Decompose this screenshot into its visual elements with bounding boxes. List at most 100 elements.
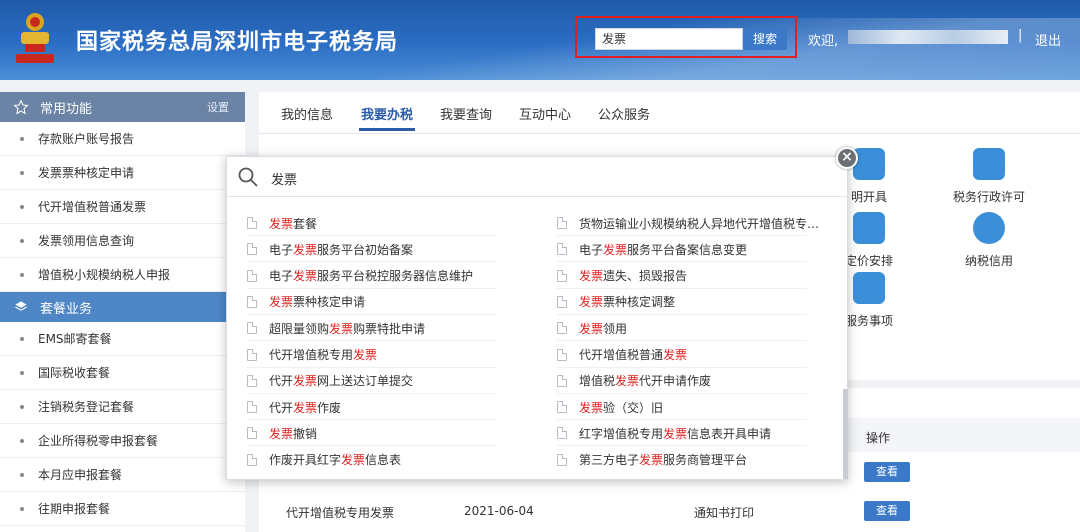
search-match-highlight: 发票 [293, 400, 318, 415]
search-result-label: 第三方电子发票服务商管理平台 [579, 451, 747, 468]
sidebar-item[interactable]: 本月应申报套餐 [0, 458, 245, 492]
search-result-text: 购票特批申请 [353, 321, 426, 336]
modal-search-bar[interactable]: 发票 [227, 157, 847, 197]
search-result-label: 作废开具红字发票信息表 [269, 451, 401, 468]
search-result-text: 货物运输业小规模纳税人异地代开增值税专用 [579, 216, 820, 231]
search-result-text: 遗失、损毁报告 [603, 269, 688, 284]
search-result-text: 超限量领购 [269, 321, 330, 336]
search-result-label: 代开增值税普通发票 [579, 346, 687, 363]
header-search-input[interactable]: 发票 [595, 28, 743, 50]
header-search-button[interactable]: 搜索 [743, 28, 787, 50]
document-icon [247, 217, 257, 229]
sidebar-item[interactable]: 企业所得税零申报套餐 [0, 424, 245, 458]
tile-service[interactable]: 服务事项 [839, 272, 899, 329]
tab-query[interactable]: 我要查询 [440, 104, 492, 123]
search-result-label: 发票领用 [579, 320, 627, 337]
search-result-item[interactable]: 发票验（交）旧 [557, 395, 827, 419]
logout-link[interactable]: 退出 [1035, 30, 1061, 49]
search-result-item[interactable]: 电子发票服务平台备案信息变更 [557, 237, 827, 261]
sidebar-item[interactable]: EMS邮寄套餐 [0, 322, 245, 356]
tab-interaction[interactable]: 互动中心 [519, 104, 571, 123]
search-result-item[interactable]: 货物运输业小规模纳税人异地代开增值税专用发票... [557, 211, 827, 235]
document-icon [557, 401, 567, 414]
sidebar-item[interactable]: 代开增值税普通发票 [0, 190, 245, 224]
result-divider [557, 261, 807, 263]
document-icon [557, 348, 567, 361]
search-result-label: 发票套餐 [269, 215, 317, 232]
search-result-item[interactable]: 红字增值税专用发票信息表开具申请 [557, 421, 827, 445]
tile-admin-license[interactable]: 税务行政许可 [944, 148, 1034, 205]
search-result-label: 发票验（交）旧 [579, 399, 663, 416]
search-match-highlight: 发票 [579, 269, 604, 284]
search-result-label: 代开增值税专用发票 [269, 346, 377, 363]
result-divider [247, 235, 497, 236]
search-result-text: 代开增值税普通 [579, 348, 664, 362]
search-icon [238, 167, 258, 187]
scrollbar[interactable] [843, 389, 848, 479]
search-results-modal: 发票 发票套餐 电子发票服务平台初始备案 电子发票服务平台税控服务器信息维护 发票票种… [226, 156, 848, 480]
tab-my-info[interactable]: 我的信息 [281, 104, 333, 123]
sidebar-item[interactable]: 存款账户账号报告 [0, 122, 245, 156]
close-icon[interactable]: × [836, 147, 858, 169]
result-divider [557, 445, 807, 447]
search-result-label: 代开发票网上送达订单提交 [269, 372, 413, 389]
search-result-item[interactable]: 超限量领购发票购票特批申请 [247, 316, 517, 340]
tab-tax-handling[interactable]: 我要办税 [358, 104, 416, 131]
sidebar-item[interactable]: 往期申报套餐 [0, 492, 245, 526]
search-result-item[interactable]: 电子发票服务平台税控服务器信息维护 [247, 264, 517, 288]
search-result-text: 票种核定申请 [293, 295, 366, 310]
search-match-highlight: 发票 [293, 374, 318, 389]
search-result-item[interactable]: 发票遗失、损毁报告 [557, 264, 827, 288]
sidebar-item[interactable]: 发票票种核定申请 [0, 156, 245, 190]
search-result-label: 发票票种核定申请 [269, 293, 365, 310]
search-result-item[interactable]: 发票套餐 [247, 211, 517, 235]
tax-emblem-icon [16, 13, 54, 63]
sidebar-item[interactable]: 增值税小规模纳税人申报 [0, 258, 245, 292]
search-match-highlight: 发票 [615, 374, 640, 389]
search-result-item[interactable]: 代开发票网上送达订单提交 [247, 369, 517, 393]
tab-public-service[interactable]: 公众服务 [598, 104, 650, 123]
search-result-item[interactable]: 代开增值税普通发票 [557, 343, 827, 367]
search-result-item[interactable]: 第三方电子发票服务商管理平台 [557, 448, 827, 472]
table-header-operation: 操作 [866, 431, 891, 445]
search-match-highlight: 发票 [341, 453, 366, 468]
bullet-icon [20, 170, 24, 175]
modal-search-query[interactable]: 发票 [271, 169, 297, 188]
search-result-text: 套餐 [293, 216, 318, 231]
search-result-item[interactable]: 代开发票作废 [247, 395, 517, 419]
search-result-item[interactable]: 代开增值税专用发票 [247, 343, 517, 367]
search-result-item[interactable]: 发票票种核定调整 [557, 290, 827, 314]
document-icon [247, 295, 257, 308]
view-button[interactable]: 查看 [864, 501, 910, 521]
credit-icon [973, 212, 1005, 244]
search-result-text: 服务商管理平台 [663, 453, 748, 468]
search-result-item[interactable]: 电子发票服务平台初始备案 [247, 237, 517, 261]
site-title: 国家税务总局深圳市电子税务局 [76, 30, 399, 55]
search-result-item[interactable]: 发票撤销 [247, 421, 517, 445]
search-result-text: 电子 [269, 269, 294, 284]
document-icon [557, 295, 567, 308]
search-result-text: 服务平台税控服务器信息维护 [317, 269, 474, 284]
search-result-text: 第三方电子 [579, 453, 640, 468]
main-tabs: 我的信息 我要办税 我要查询 互动中心 公众服务 [259, 92, 1080, 134]
document-icon [247, 348, 257, 361]
tile-pricing[interactable]: 定价安排 [839, 212, 899, 269]
sidebar-item[interactable]: 国际税收套餐 [0, 356, 245, 390]
search-result-text: 服务平台初始备案 [317, 242, 414, 257]
search-result-item[interactable]: 增值税发票代开申请作废 [557, 369, 827, 393]
search-result-label: 电子发票服务平台初始备案 [269, 241, 413, 258]
document-icon [247, 427, 257, 440]
search-result-label: 代开发票作废 [269, 399, 341, 416]
tile-credit[interactable]: 纳税信用 [944, 212, 1034, 269]
search-result-item[interactable]: 作废开具红字发票信息表 [247, 448, 517, 472]
view-button[interactable]: 查看 [864, 462, 910, 482]
search-match-highlight: 发票 [579, 321, 604, 336]
sidebar-settings-link[interactable]: 设置 [207, 99, 229, 115]
sidebar-item[interactable]: 发票领用信息查询 [0, 224, 245, 258]
heart-icon [853, 272, 885, 304]
search-result-item[interactable]: 发票票种核定申请 [247, 290, 517, 314]
search-result-text: 信息表开具申请 [687, 426, 772, 441]
sidebar-item[interactable]: 注销税务登记套餐 [0, 390, 245, 424]
calendar-icon [853, 212, 885, 244]
search-result-item[interactable]: 发票领用 [557, 316, 827, 340]
